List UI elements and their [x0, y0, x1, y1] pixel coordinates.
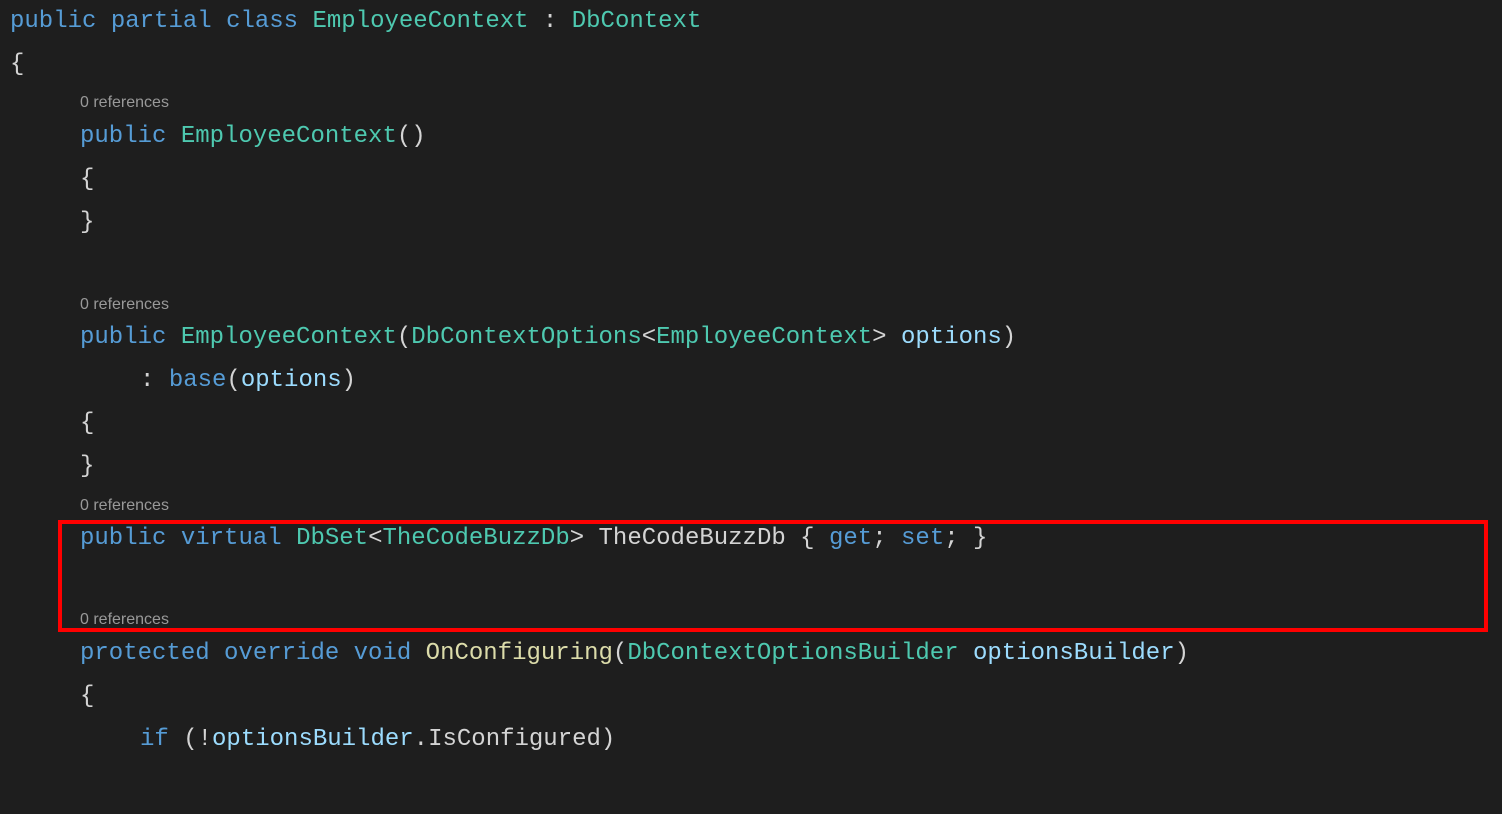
- code-line-highlighted[interactable]: public virtual DbSet<TheCodeBuzzDb> TheC…: [10, 517, 1492, 560]
- brace-close: }: [80, 453, 94, 480]
- code-line[interactable]: public EmployeeContext(): [10, 115, 1492, 158]
- code-line[interactable]: {: [10, 402, 1492, 445]
- brace-open: {: [80, 166, 94, 193]
- codelens-references[interactable]: 0 references: [10, 294, 1492, 316]
- keyword-override: override: [224, 640, 339, 667]
- blank-line[interactable]: [10, 560, 1492, 603]
- keyword-virtual: virtual: [181, 525, 282, 552]
- semicolon: ;: [872, 525, 901, 552]
- if-open: (!: [169, 726, 212, 753]
- brace-open: {: [80, 410, 94, 437]
- code-line[interactable]: public EmployeeContext(DbContextOptions<…: [10, 316, 1492, 359]
- codelens-references[interactable]: 0 references: [10, 609, 1492, 631]
- type-employeecontext: EmployeeContext: [312, 8, 528, 35]
- codelens-text: 0 references: [80, 611, 169, 628]
- codelens-text: 0 references: [80, 94, 169, 111]
- prop-name: TheCodeBuzzDb: [584, 525, 800, 552]
- var-optionsbuilder: optionsBuilder: [212, 726, 414, 753]
- keyword-public: public: [80, 123, 166, 150]
- gt: >: [872, 324, 886, 351]
- type-dbcontextoptions: DbContextOptions: [411, 324, 641, 351]
- prop-isconfigured: IsConfigured: [428, 726, 601, 753]
- brace-open: {: [10, 51, 24, 78]
- keyword-get: get: [829, 525, 872, 552]
- code-line[interactable]: {: [10, 43, 1492, 86]
- lt: <: [368, 525, 382, 552]
- keyword-void: void: [354, 640, 412, 667]
- colon: :: [529, 8, 572, 35]
- brace-open: {: [80, 683, 94, 710]
- code-editor-viewport[interactable]: public partial class EmployeeContext : D…: [10, 0, 1492, 761]
- type-dbset: DbSet: [296, 525, 368, 552]
- param-options: options: [887, 324, 1002, 351]
- brace-close: }: [973, 525, 987, 552]
- code-line[interactable]: }: [10, 445, 1492, 488]
- keyword-base: base: [169, 367, 227, 394]
- method-onconfiguring: OnConfiguring: [426, 640, 613, 667]
- gt: >: [570, 525, 584, 552]
- paren-close: ): [342, 367, 356, 394]
- paren-close: ): [1002, 324, 1016, 351]
- keyword-protected: protected: [80, 640, 210, 667]
- paren-open: (: [397, 324, 411, 351]
- brace-open: {: [800, 525, 829, 552]
- blank-line[interactable]: [10, 244, 1492, 287]
- paren-open: (: [613, 640, 627, 667]
- paren-close: ): [1175, 640, 1189, 667]
- dot: .: [414, 726, 428, 753]
- type-dbcontext: DbContext: [572, 8, 702, 35]
- type-thecodebuzzdb: TheCodeBuzzDb: [382, 525, 569, 552]
- arg-options: options: [241, 367, 342, 394]
- codelens-references[interactable]: 0 references: [10, 495, 1492, 517]
- keyword-public: public: [80, 525, 166, 552]
- keyword-if: if: [140, 726, 169, 753]
- code-line[interactable]: : base(options): [10, 359, 1492, 402]
- type-dbcontextoptionsbuilder: DbContextOptionsBuilder: [627, 640, 958, 667]
- semicolon: ;: [944, 525, 973, 552]
- codelens-references[interactable]: 0 references: [10, 92, 1492, 114]
- keyword-class: class: [226, 8, 298, 35]
- colon: :: [140, 367, 169, 394]
- code-line[interactable]: }: [10, 201, 1492, 244]
- type-employeecontext: EmployeeContext: [656, 324, 872, 351]
- codelens-text: 0 references: [80, 296, 169, 313]
- if-close: ): [601, 726, 615, 753]
- keyword-public: public: [10, 8, 96, 35]
- ctor-name: EmployeeContext: [181, 123, 397, 150]
- code-line[interactable]: if (!optionsBuilder.IsConfigured): [10, 718, 1492, 761]
- code-line[interactable]: public partial class EmployeeContext : D…: [10, 0, 1492, 43]
- keyword-set: set: [901, 525, 944, 552]
- keyword-public: public: [80, 324, 166, 351]
- brace-close: }: [80, 209, 94, 236]
- parens: (): [397, 123, 426, 150]
- paren-open: (: [226, 367, 240, 394]
- ctor-name: EmployeeContext: [181, 324, 397, 351]
- param-optionsbuilder: optionsBuilder: [959, 640, 1175, 667]
- codelens-text: 0 references: [80, 497, 169, 514]
- lt: <: [642, 324, 656, 351]
- code-line[interactable]: {: [10, 675, 1492, 718]
- code-line[interactable]: protected override void OnConfiguring(Db…: [10, 632, 1492, 675]
- code-line[interactable]: {: [10, 158, 1492, 201]
- keyword-partial: partial: [111, 8, 212, 35]
